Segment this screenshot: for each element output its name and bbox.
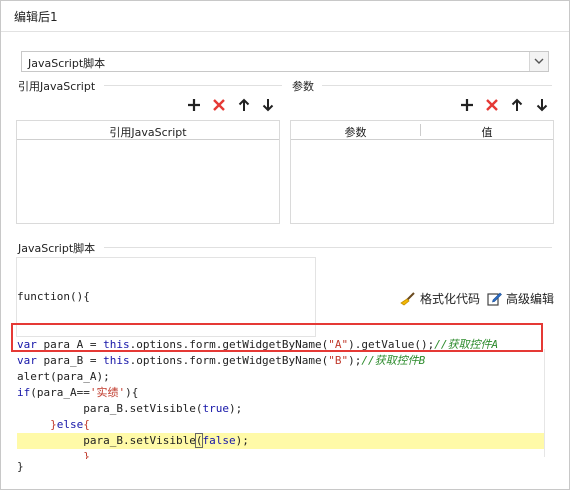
function-header: function(){: [17, 290, 90, 303]
chevron-down-icon[interactable]: [529, 52, 548, 71]
edit-icon: [487, 292, 502, 306]
params-table[interactable]: 参数 值: [290, 120, 554, 224]
delete-icon[interactable]: [484, 97, 500, 113]
format-code-label: 格式化代码: [420, 292, 481, 306]
code-line-8: }: [83, 450, 90, 459]
table-header: 参数 值: [291, 121, 553, 140]
divider: [104, 247, 552, 248]
plus-icon[interactable]: [186, 97, 202, 113]
arrow-down-icon[interactable]: [260, 97, 276, 113]
advanced-edit-label: 高级编辑: [506, 292, 555, 306]
column-header-value[interactable]: 值: [421, 124, 553, 140]
window-title: 编辑后1: [14, 10, 58, 24]
script-type-select[interactable]: JavaScript脚本: [21, 51, 549, 72]
table-header: 引用JavaScript: [17, 121, 279, 140]
function-footer: }: [17, 460, 24, 473]
column-header-ref-js[interactable]: 引用JavaScript: [17, 124, 279, 140]
editor-scrollbar[interactable]: [544, 349, 554, 457]
column-header-param[interactable]: 参数: [291, 124, 420, 140]
script-type-value: JavaScript脚本: [28, 57, 106, 70]
ref-js-table[interactable]: 引用JavaScript: [16, 120, 280, 224]
code-line-5: para_B.setVisible(true);: [83, 402, 243, 415]
code-line-4: if(para_A=='实绩'){: [17, 386, 139, 399]
code-line-7: para_B.setVisible(false);: [83, 433, 249, 448]
code-line-2: var para_B = this.options.form.getWidget…: [17, 354, 426, 367]
arrow-up-icon[interactable]: [509, 97, 525, 113]
delete-icon[interactable]: [211, 97, 227, 113]
title-bar: 编辑后1: [1, 1, 569, 32]
ref-js-label: 引用JavaScript: [18, 80, 96, 93]
script-label: JavaScript脚本: [18, 242, 96, 255]
code-editor[interactable]: var para_A = this.options.form.getWidget…: [17, 337, 544, 459]
advanced-edit-button[interactable]: 高级编辑: [487, 290, 554, 307]
params-label: 参数: [292, 80, 314, 93]
broom-icon: [400, 291, 415, 305]
format-code-button[interactable]: 格式化代码: [400, 290, 480, 307]
code-line-6: }else{: [50, 418, 90, 431]
arrow-up-icon[interactable]: [236, 97, 252, 113]
code-line-3: alert(para_A);: [17, 370, 110, 383]
highlight-annotation-box: [11, 323, 543, 352]
arrow-down-icon[interactable]: [534, 97, 550, 113]
plus-icon[interactable]: [459, 97, 475, 113]
divider: [322, 85, 552, 86]
divider: [104, 85, 282, 86]
